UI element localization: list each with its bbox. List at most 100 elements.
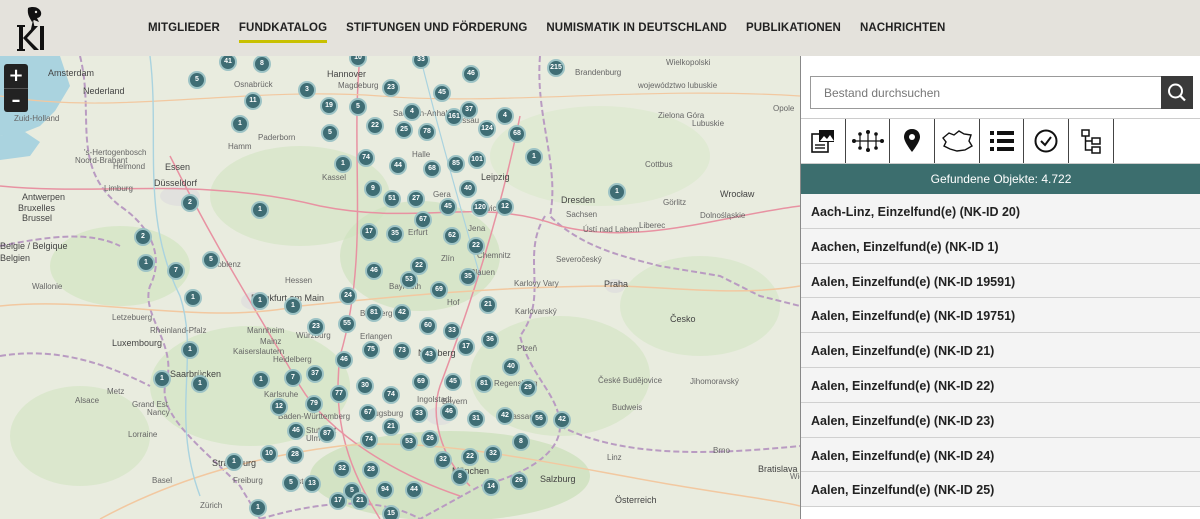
- map-view[interactable]: + – Amsterdam Nederland Hannover Brandenbur…: [0, 56, 800, 519]
- result-item[interactable]: Aalen, Einzelfund(e) (NK-ID 22): [801, 367, 1200, 403]
- map-cluster-marker[interactable]: 1: [334, 155, 352, 173]
- map-cluster-marker[interactable]: 1: [225, 453, 243, 471]
- map-cluster-marker[interactable]: 62: [443, 227, 461, 245]
- map-cluster-marker[interactable]: 13: [303, 475, 321, 493]
- map-cluster-marker[interactable]: 1: [137, 254, 155, 272]
- map-cluster-marker[interactable]: 1: [525, 148, 543, 166]
- map-cluster-marker[interactable]: 1: [231, 115, 249, 133]
- map-cluster-marker[interactable]: 29: [519, 379, 537, 397]
- map-cluster-marker[interactable]: 30: [356, 377, 374, 395]
- map-cluster-marker[interactable]: 74: [382, 386, 400, 404]
- nav-item-fundkatalog[interactable]: FUNDKATALOG: [238, 0, 328, 56]
- nav-item-mitglieder[interactable]: MITGLIEDER: [148, 0, 220, 56]
- map-cluster-marker[interactable]: 37: [460, 101, 478, 119]
- map-cluster-marker[interactable]: 43: [420, 346, 438, 364]
- map-cluster-marker[interactable]: 5: [188, 71, 206, 89]
- map-cluster-marker[interactable]: 46: [365, 262, 383, 280]
- map-cluster-marker[interactable]: 26: [421, 430, 439, 448]
- map-cluster-marker[interactable]: 42: [553, 411, 571, 429]
- result-item[interactable]: Aalen, Einzelfund(e) (NK-ID 19591): [801, 263, 1200, 299]
- map-cluster-marker[interactable]: 10: [260, 445, 278, 463]
- map-cluster-marker[interactable]: 79: [305, 395, 323, 413]
- map-cluster-marker[interactable]: 17: [457, 338, 475, 356]
- result-item[interactable]: Aach-Linz, Einzelfund(e) (NK-ID 20): [801, 194, 1200, 229]
- map-cluster-marker[interactable]: 15: [382, 505, 400, 519]
- map-cluster-marker[interactable]: 11: [244, 92, 262, 110]
- map-cluster-marker[interactable]: 45: [444, 373, 462, 391]
- nav-item-nachrichten[interactable]: NACHRICHTEN: [860, 0, 945, 56]
- zoom-in-button[interactable]: +: [4, 64, 28, 88]
- map-cluster-marker[interactable]: 46: [335, 351, 353, 369]
- map-cluster-marker[interactable]: 4: [403, 103, 421, 121]
- map-cluster-marker[interactable]: 1: [181, 341, 199, 359]
- map-cluster-marker[interactable]: 44: [389, 157, 407, 175]
- map-cluster-marker[interactable]: 33: [410, 405, 428, 423]
- verified-filter-button[interactable]: [1024, 119, 1070, 163]
- map-cluster-marker[interactable]: 69: [430, 281, 448, 299]
- map-cluster-marker[interactable]: 75: [362, 341, 380, 359]
- map-cluster-marker[interactable]: 1: [184, 289, 202, 307]
- map-cluster-marker[interactable]: 87: [318, 425, 336, 443]
- map-cluster-marker[interactable]: 101: [468, 151, 486, 169]
- map-cluster-marker[interactable]: 19: [320, 97, 338, 115]
- map-cluster-marker[interactable]: 46: [462, 65, 480, 83]
- map-cluster-marker[interactable]: 14: [482, 478, 500, 496]
- map-cluster-marker[interactable]: 23: [382, 79, 400, 97]
- map-cluster-marker[interactable]: 1: [252, 371, 270, 389]
- map-cluster-marker[interactable]: 9: [364, 180, 382, 198]
- map-cluster-marker[interactable]: 56: [530, 410, 548, 428]
- map-cluster-marker[interactable]: 4: [496, 107, 514, 125]
- map-cluster-marker[interactable]: 45: [433, 84, 451, 102]
- map-cluster-marker[interactable]: 44: [405, 481, 423, 499]
- map-cluster-marker[interactable]: 78: [418, 123, 436, 141]
- map-cluster-marker[interactable]: 74: [357, 149, 375, 167]
- map-cluster-marker[interactable]: 5: [282, 474, 300, 492]
- map-cluster-marker[interactable]: 23: [307, 318, 325, 336]
- map-cluster-marker[interactable]: 55: [338, 315, 356, 333]
- map-cluster-marker[interactable]: 27: [407, 190, 425, 208]
- map-cluster-marker[interactable]: 53: [400, 271, 418, 289]
- map-cluster-marker[interactable]: 32: [484, 445, 502, 463]
- map-cluster-marker[interactable]: 32: [333, 460, 351, 478]
- map-cluster-marker[interactable]: 53: [400, 433, 418, 451]
- map-cluster-marker[interactable]: 35: [386, 225, 404, 243]
- map-cluster-marker[interactable]: 5: [349, 98, 367, 116]
- site-logo[interactable]: [12, 4, 54, 52]
- nav-item-numismatik-in-deutschland[interactable]: NUMISMATIK IN DEUTSCHLAND: [546, 0, 727, 56]
- map-cluster-marker[interactable]: 68: [508, 125, 526, 143]
- map-cluster-marker[interactable]: 81: [365, 304, 383, 322]
- map-cluster-marker[interactable]: 42: [393, 304, 411, 322]
- map-cluster-marker[interactable]: 1: [249, 499, 267, 517]
- map-cluster-marker[interactable]: 67: [414, 211, 432, 229]
- map-cluster-marker[interactable]: 12: [496, 198, 514, 216]
- map-cluster-marker[interactable]: 33: [443, 322, 461, 340]
- zoom-out-button[interactable]: –: [4, 88, 28, 112]
- map-cluster-marker[interactable]: 8: [451, 468, 469, 486]
- map-cluster-marker[interactable]: 74: [360, 431, 378, 449]
- result-item[interactable]: Aalen, Einzelfund(e) (NK-ID 23): [801, 402, 1200, 438]
- map-cluster-marker[interactable]: 22: [467, 237, 485, 255]
- map-cluster-marker[interactable]: 28: [286, 446, 304, 464]
- map-cluster-marker[interactable]: 21: [351, 492, 369, 510]
- map-cluster-marker[interactable]: 17: [329, 492, 347, 510]
- map-cluster-marker[interactable]: 40: [502, 358, 520, 376]
- map-cluster-marker[interactable]: 22: [461, 448, 479, 466]
- map-cluster-marker[interactable]: 67: [359, 404, 377, 422]
- map-cluster-marker[interactable]: 1: [251, 292, 269, 310]
- nav-item-stiftungen-und-förderung[interactable]: STIFTUNGEN UND FÖRDERUNG: [346, 0, 527, 56]
- map-cluster-marker[interactable]: 73: [393, 342, 411, 360]
- map-cluster-marker[interactable]: 68: [423, 160, 441, 178]
- map-cluster-marker[interactable]: 21: [479, 296, 497, 314]
- map-cluster-marker[interactable]: 120: [471, 199, 489, 217]
- map-cluster-marker[interactable]: 124: [478, 120, 496, 138]
- result-item[interactable]: Aachen, Einzelfund(e) (NK-ID 1): [801, 228, 1200, 264]
- map-cluster-marker[interactable]: 22: [366, 117, 384, 135]
- map-cluster-marker[interactable]: 28: [362, 461, 380, 479]
- result-item[interactable]: Aalen, Einzelfund(e) (NK-ID 25): [801, 472, 1200, 508]
- map-cluster-marker[interactable]: 1: [251, 201, 269, 219]
- tree-view-button[interactable]: [1069, 119, 1114, 163]
- map-cluster-marker[interactable]: 7: [284, 369, 302, 387]
- nav-item-publikationen[interactable]: PUBLIKATIONEN: [746, 0, 841, 56]
- map-cluster-marker[interactable]: 46: [440, 403, 458, 421]
- map-cluster-marker[interactable]: 69: [412, 373, 430, 391]
